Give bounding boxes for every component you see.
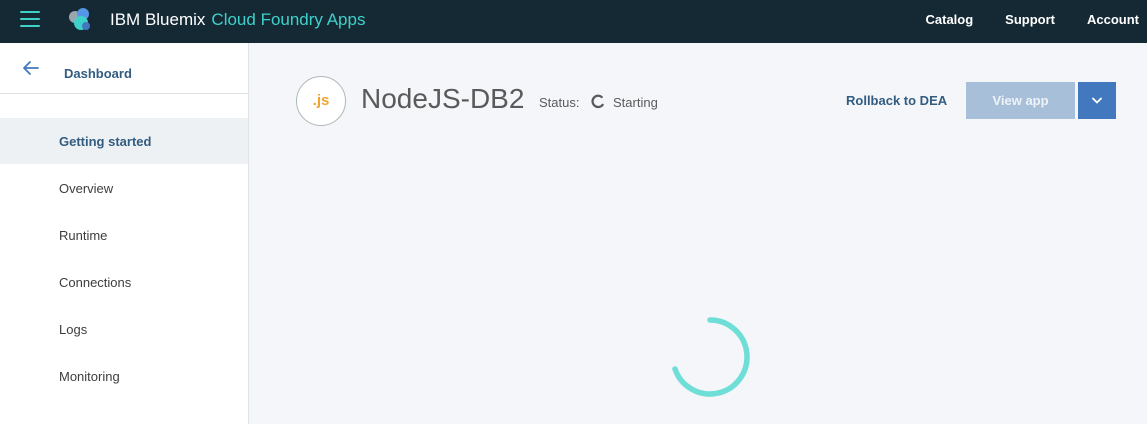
sidebar-item-label: Monitoring [59,369,120,384]
sidebar-item-monitoring[interactable]: Monitoring [0,353,248,399]
sidebar-item-logs[interactable]: Logs [0,306,248,352]
app-runtime-badge: .js [296,76,346,126]
sidebar: Dashboard Getting started Overview Runti… [0,43,249,424]
sidebar-item-label: Runtime [59,228,108,243]
brand-section: Cloud Foundry Apps [211,10,366,29]
sidebar-item-label: Getting started [59,134,152,149]
arrow-left-icon [23,61,39,75]
sidebar-item-connections[interactable]: Connections [0,259,248,305]
hamburger-icon[interactable] [20,11,40,27]
rollback-to-dea-link[interactable]: Rollback to DEA [846,93,947,108]
app-badge-label: .js [312,92,330,109]
sidebar-item-runtime[interactable]: Runtime [0,212,248,258]
back-label: Dashboard [64,66,132,81]
bluemix-logo-icon[interactable] [66,6,94,34]
view-app-dropdown-button[interactable] [1078,82,1116,119]
app-title: NodeJS-DB2 [361,83,525,114]
loading-spinner-icon [672,317,750,397]
top-nav: Catalog Support Account [926,12,1140,27]
top-bar: IBM Bluemix Cloud Foundry Apps Catalog Su… [0,0,1147,43]
sidebar-item-overview[interactable]: Overview [0,165,248,211]
back-to-dashboard[interactable]: Dashboard [0,43,248,94]
nav-support-link[interactable]: Support [1005,12,1055,27]
status-label: Status: [539,95,580,110]
brand-name: IBM Bluemix [110,10,206,29]
nav-catalog-link[interactable]: Catalog [926,12,974,27]
status-value: Starting [613,95,658,110]
sidebar-item-label: Connections [59,275,132,290]
sidebar-item-getting-started[interactable]: Getting started [0,118,248,164]
nav-account-link[interactable]: Account [1087,12,1139,27]
sidebar-item-label: Overview [59,181,114,196]
brand-title[interactable]: IBM Bluemix Cloud Foundry Apps [110,10,365,30]
view-app-button[interactable]: View app [966,82,1075,119]
sidebar-item-label: Logs [59,322,88,337]
caret-down-icon [1092,97,1102,104]
spinner-icon [591,94,604,109]
